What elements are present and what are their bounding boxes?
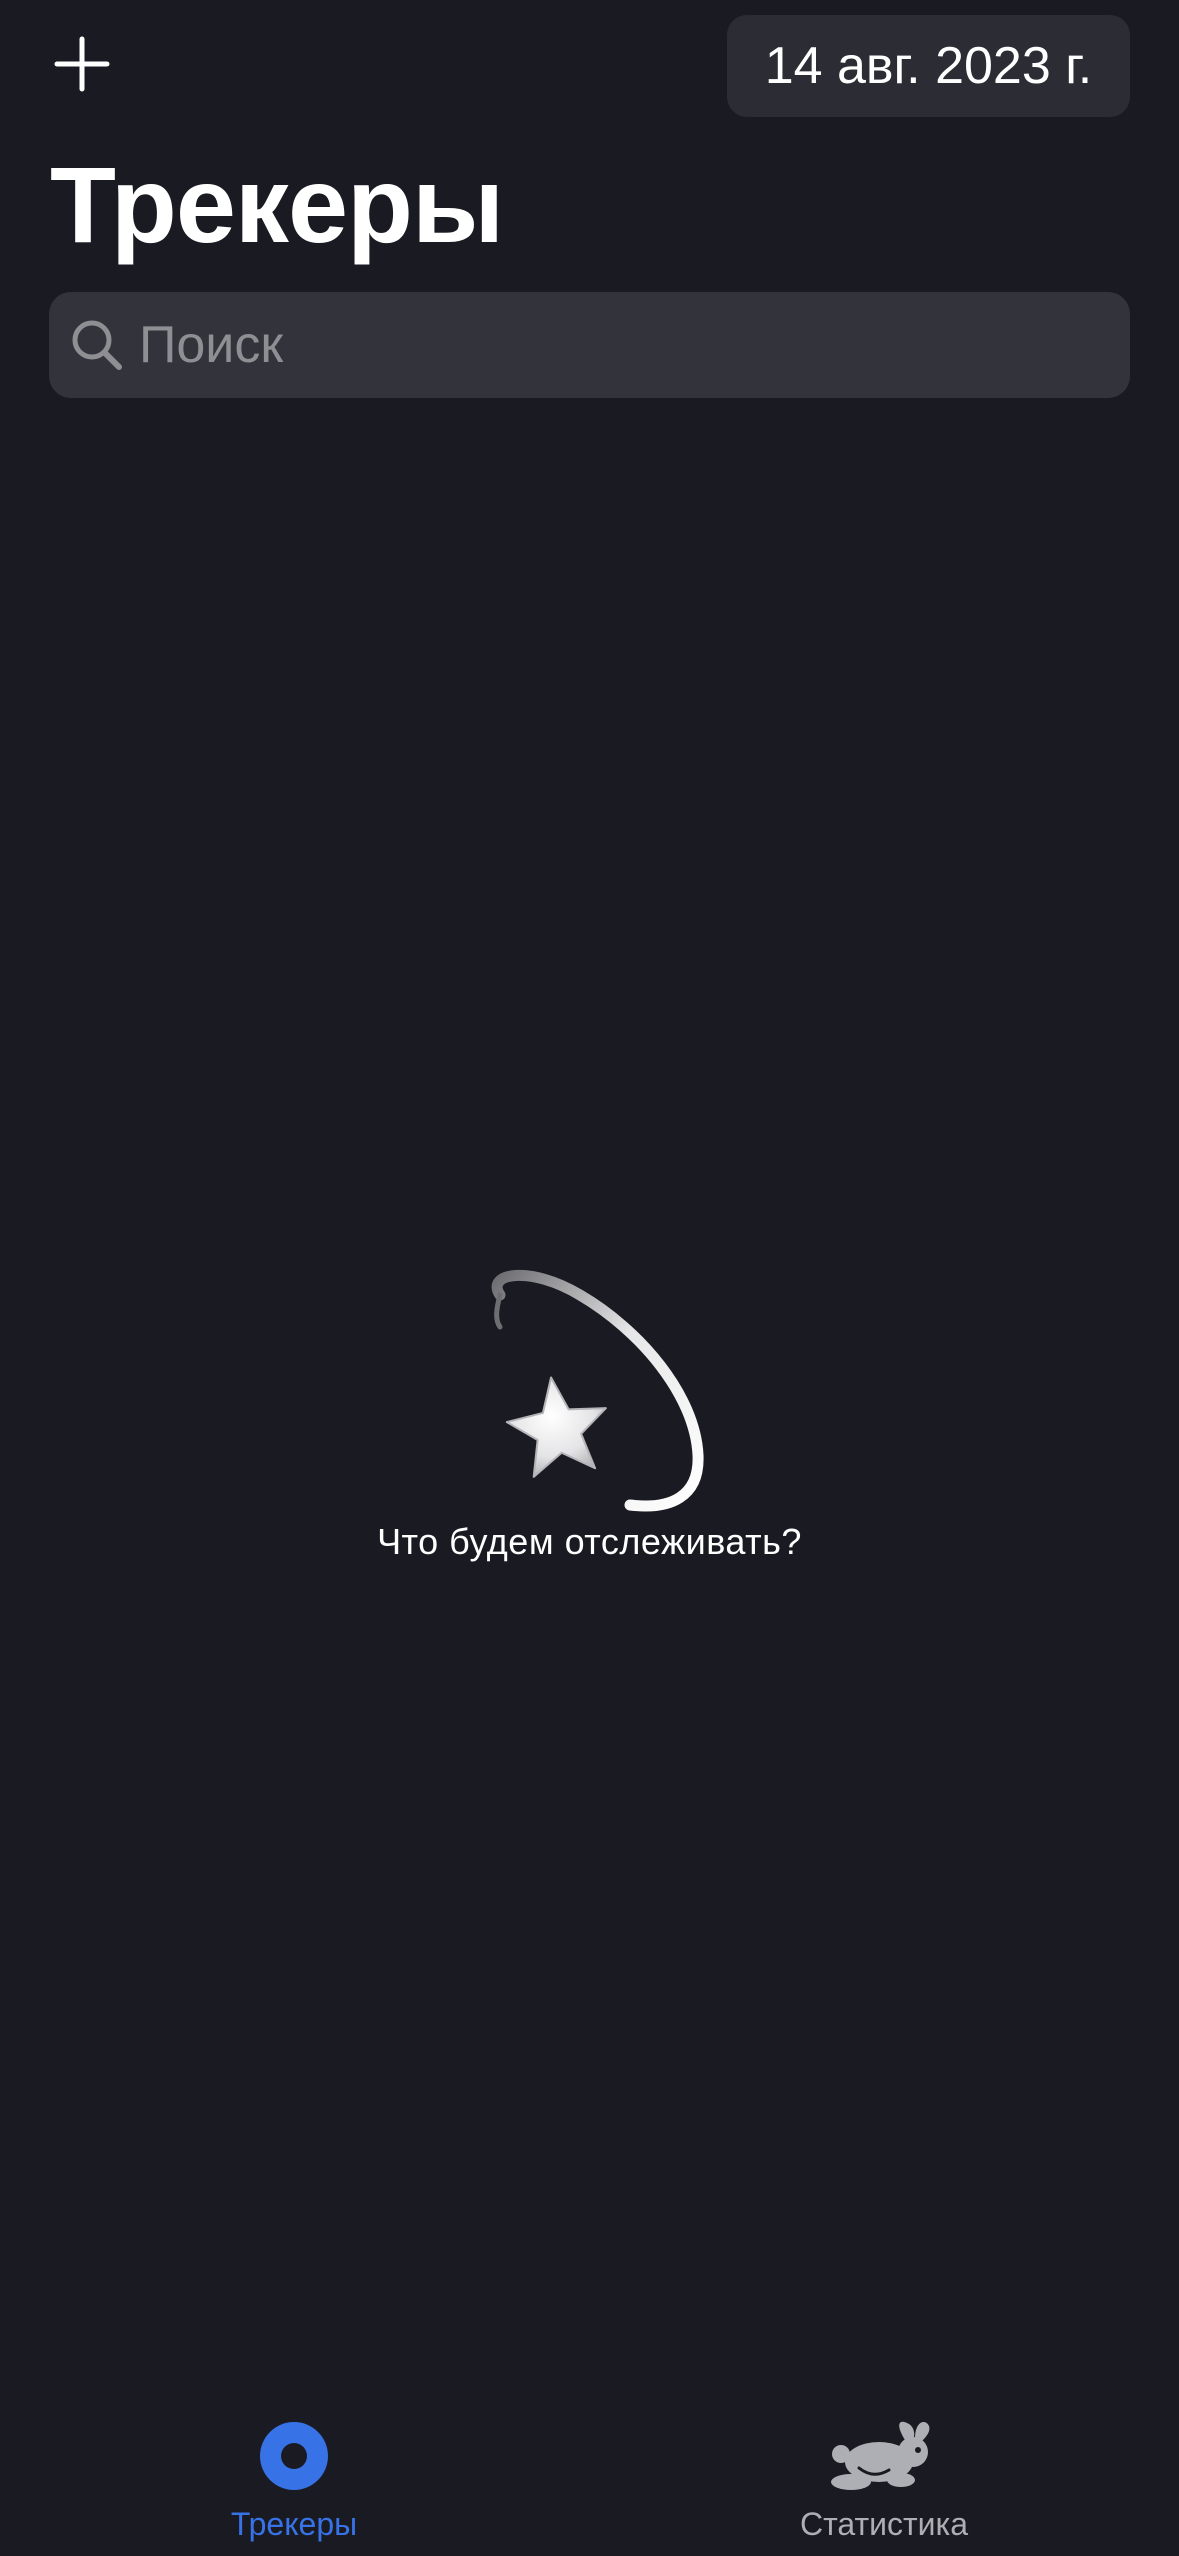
empty-state-text: Что будем отслеживать? <box>377 1521 802 1562</box>
shooting-star-icon <box>491 1270 704 1512</box>
plus-icon <box>54 36 110 92</box>
tab-statistics[interactable]: Статистика <box>734 2416 1034 2556</box>
page-title: Трекеры <box>50 144 504 265</box>
tab-statistics-label: Статистика <box>799 2506 969 2542</box>
date-label: 14 авг. 2023 г. <box>764 37 1093 95</box>
rabbit-icon <box>829 2416 939 2496</box>
search-input[interactable] <box>139 315 1130 375</box>
trackers-record-icon <box>239 2416 349 2496</box>
empty-state: Что будем отслеживать? <box>0 1265 1179 1563</box>
add-tracker-button[interactable] <box>42 24 122 104</box>
tab-bar: Трекеры Статистика <box>0 2406 1179 2556</box>
tab-trackers-label: Трекеры <box>230 2506 358 2542</box>
search-icon <box>69 317 125 373</box>
date-picker-button[interactable]: 14 авг. 2023 г. <box>727 15 1130 117</box>
tab-trackers[interactable]: Трекеры <box>144 2416 444 2556</box>
search-bar[interactable] <box>49 292 1130 398</box>
